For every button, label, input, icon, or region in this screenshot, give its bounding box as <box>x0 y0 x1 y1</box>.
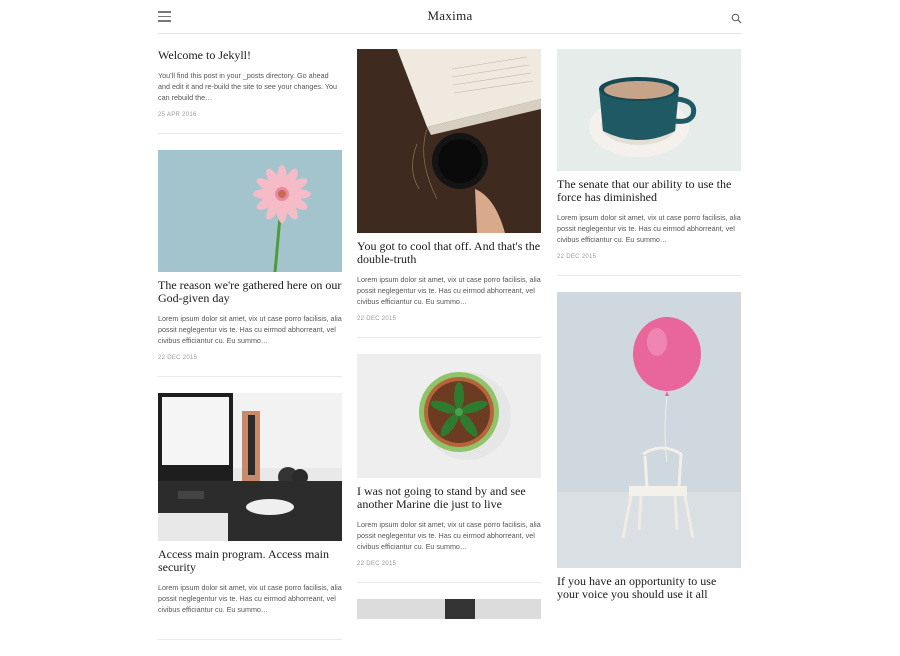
post-date: 22 DEC 2015 <box>357 316 397 322</box>
post-image-next[interactable] <box>357 599 541 619</box>
post-card-senate[interactable]: The senate that our ability to use the f… <box>557 49 741 276</box>
post-card-marine[interactable]: I was not going to stand by and see anot… <box>357 354 541 583</box>
post-excerpt: You’ll find this post in your _posts dir… <box>158 71 338 102</box>
post-image-cup[interactable] <box>557 49 741 171</box>
post-date: 25 APR 2016 <box>158 112 197 118</box>
post-excerpt: Lorem ipsum dolor sit amet, vix ut case … <box>158 314 342 345</box>
post-card-voice[interactable]: If you have an opportunity to use your v… <box>557 292 741 624</box>
post-date: 22 DEC 2015 <box>357 561 397 567</box>
post-card-gathered[interactable]: The reason we're gathered here on our Go… <box>158 150 342 377</box>
site-title[interactable]: Maxima <box>158 8 742 24</box>
post-excerpt: Lorem ipsum dolor sit amet, vix ut case … <box>158 583 342 614</box>
search-icon[interactable] <box>731 11 742 24</box>
site-header: Maxima <box>158 0 742 34</box>
post-title[interactable]: If you have an opportunity to use your v… <box>557 575 741 601</box>
post-date: 22 DEC 2015 <box>557 254 597 260</box>
post-date: 22 DEC 2015 <box>158 355 198 361</box>
post-image-balloon[interactable] <box>557 292 741 568</box>
post-image-flower[interactable] <box>158 150 342 272</box>
post-title[interactable]: I was not going to stand by and see anot… <box>357 485 541 511</box>
post-excerpt: Lorem ipsum dolor sit amet, vix ut case … <box>357 275 541 306</box>
post-image-coffee-book[interactable] <box>357 49 541 233</box>
post-title[interactable]: Welcome to Jekyll! <box>158 49 342 62</box>
post-card-welcome[interactable]: Welcome to Jekyll! You’ll find this post… <box>158 49 342 134</box>
post-title[interactable]: The senate that our ability to use the f… <box>557 178 741 204</box>
post-title[interactable]: The reason we're gathered here on our Go… <box>158 279 342 305</box>
posts-column-3: The senate that our ability to use the f… <box>557 49 741 640</box>
post-excerpt: Lorem ipsum dolor sit amet, vix ut case … <box>357 520 541 551</box>
post-image-plant[interactable] <box>357 354 541 478</box>
post-excerpt: Lorem ipsum dolor sit amet, vix ut case … <box>557 213 741 244</box>
post-image-desk[interactable] <box>158 393 342 541</box>
post-title[interactable]: You got to cool that off. And that's the… <box>357 240 541 266</box>
posts-column-1: Welcome to Jekyll! You’ll find this post… <box>158 49 342 656</box>
post-card-access[interactable]: Access main program. Access main securit… <box>158 393 342 640</box>
post-card-double-truth[interactable]: You got to cool that off. And that's the… <box>357 49 541 338</box>
post-title[interactable]: Access main program. Access main securit… <box>158 548 342 574</box>
posts-column-2: You got to cool that off. And that's the… <box>357 49 541 619</box>
